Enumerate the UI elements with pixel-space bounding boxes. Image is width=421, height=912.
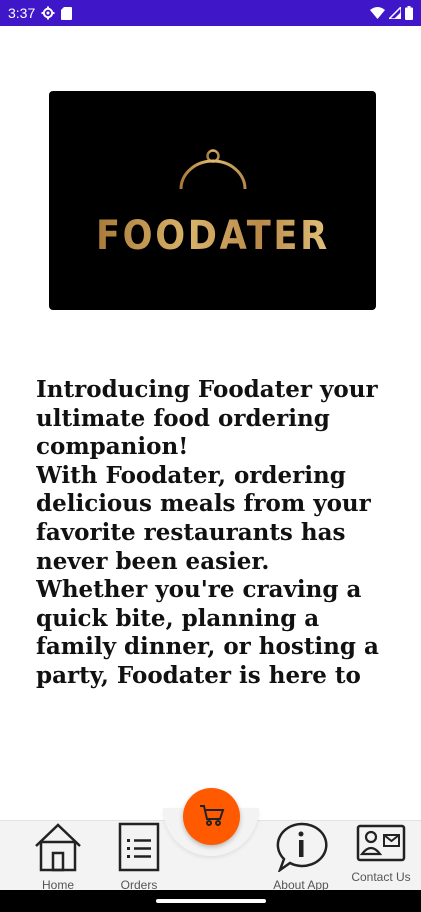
cart-button[interactable] bbox=[183, 788, 240, 845]
nav-contact-us[interactable]: Contact Us bbox=[347, 822, 415, 890]
orders-list-icon bbox=[118, 822, 160, 876]
nav-orders[interactable]: Orders bbox=[112, 822, 166, 892]
contact-card-icon bbox=[356, 822, 406, 868]
logo-wordmark: FOODATER bbox=[95, 212, 330, 259]
battery-icon bbox=[405, 6, 413, 20]
intro-text-area[interactable]: Introducing Foodater your ultimate food … bbox=[36, 376, 386, 692]
intro-paragraph: Introducing Foodater your ultimate food … bbox=[36, 376, 379, 692]
info-bubble-icon bbox=[274, 822, 328, 876]
app-logo: FOODATER bbox=[49, 91, 376, 310]
sd-card-icon bbox=[61, 6, 73, 20]
home-gesture-handle[interactable] bbox=[156, 899, 266, 903]
nav-home[interactable]: Home bbox=[29, 822, 87, 892]
cell-signal-icon bbox=[389, 7, 401, 19]
status-time: 3:37 bbox=[8, 5, 36, 21]
wifi-icon bbox=[370, 7, 385, 19]
home-icon bbox=[32, 822, 84, 876]
nav-about-app[interactable]: About App bbox=[268, 822, 334, 892]
nav-contact-us-label: Contact Us bbox=[351, 870, 411, 884]
cart-icon bbox=[199, 803, 225, 831]
cloche-icon bbox=[173, 148, 253, 211]
settings-icon bbox=[41, 6, 55, 20]
status-bar: 3:37 bbox=[0, 0, 421, 26]
